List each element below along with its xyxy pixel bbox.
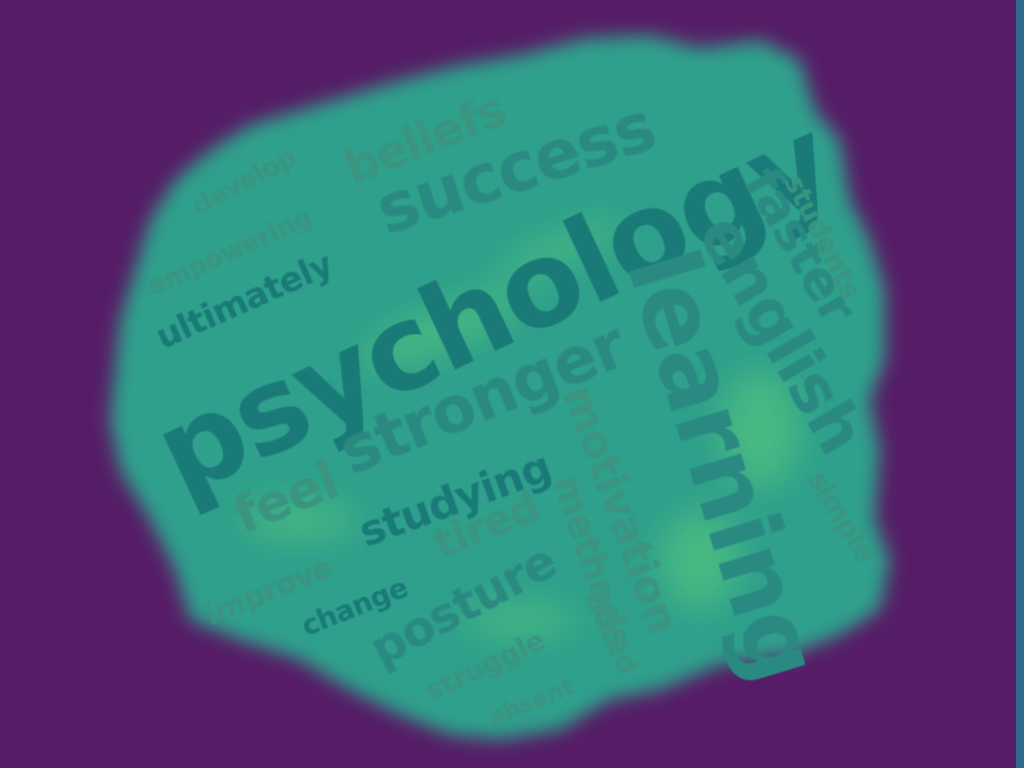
word-develop: develop [187,142,302,222]
word-cloud: psychology learning success english stronger… [0,0,1024,768]
word-cloud-canvas: psychology learning success english stronger… [0,0,1024,768]
word-simple: simple [801,464,883,568]
word-absent: absent [484,672,578,732]
right-edge-strip [1016,0,1024,768]
